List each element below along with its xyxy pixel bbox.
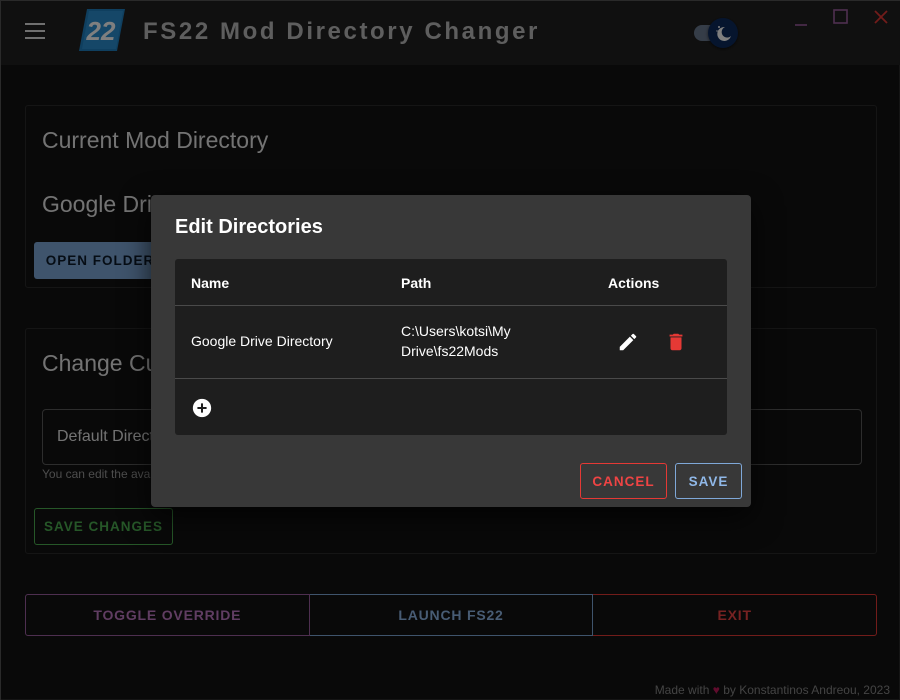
row-name: Google Drive Directory	[191, 333, 333, 349]
column-header-name: Name	[191, 275, 230, 291]
dialog-title: Edit Directories	[175, 216, 323, 238]
cancel-button[interactable]: CANCEL	[580, 463, 667, 499]
header-divider	[175, 305, 727, 306]
column-header-path: Path	[401, 275, 432, 291]
edit-directories-dialog: Edit Directories Name Path Actions Googl…	[151, 195, 751, 507]
add-circle-icon[interactable]	[191, 397, 213, 419]
row-divider	[175, 378, 727, 379]
save-button[interactable]: SAVE	[675, 463, 742, 499]
directories-table: Name Path Actions Google Drive Directory…	[175, 259, 727, 435]
row-path-line2: Drive\fs22Mods	[401, 343, 499, 359]
pencil-icon[interactable]	[615, 329, 641, 355]
row-path-line1: C:\Users\kotsi\My	[401, 323, 511, 339]
row-path: C:\Users\kotsi\My Drive\fs22Mods	[401, 321, 511, 361]
app-window: 22 FS22 Mod Directory Changer Curre	[0, 0, 900, 700]
column-header-actions: Actions	[608, 275, 660, 291]
trash-icon[interactable]	[663, 329, 689, 355]
